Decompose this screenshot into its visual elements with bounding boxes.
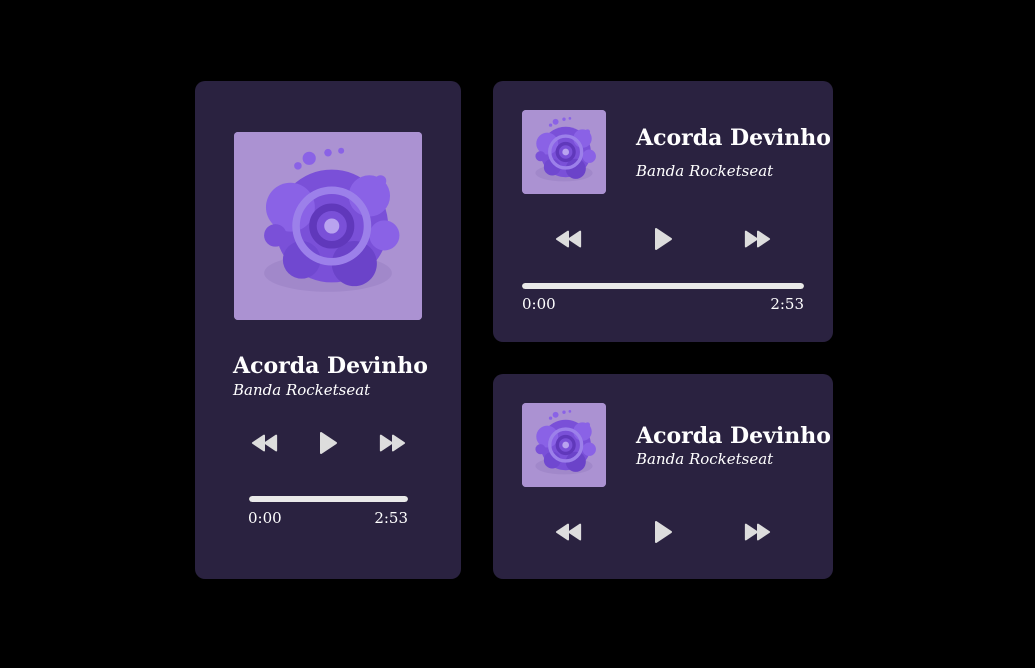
fast-forward-button[interactable] bbox=[740, 517, 774, 547]
progress-bar[interactable] bbox=[522, 283, 804, 289]
player-card-small: Acorda Devinho Banda Rocketseat bbox=[493, 374, 833, 579]
rewind-button[interactable] bbox=[552, 224, 586, 254]
album-art bbox=[234, 132, 422, 320]
track-artist: Banda Rocketseat bbox=[636, 162, 774, 180]
time-total: 2:53 bbox=[374, 509, 408, 527]
track-artist: Banda Rocketseat bbox=[233, 381, 371, 399]
play-button[interactable] bbox=[646, 517, 680, 547]
player-card-large: Acorda Devinho Banda Rocketseat 0:00 2:5… bbox=[195, 81, 461, 579]
play-button[interactable] bbox=[311, 428, 345, 458]
fast-forward-icon bbox=[743, 229, 771, 249]
track-artist: Banda Rocketseat bbox=[636, 450, 774, 468]
play-button[interactable] bbox=[646, 224, 680, 254]
rewind-button[interactable] bbox=[552, 517, 586, 547]
time-elapsed: 0:00 bbox=[248, 509, 282, 527]
rewind-icon bbox=[555, 229, 583, 249]
play-icon bbox=[653, 520, 673, 544]
play-icon bbox=[318, 431, 338, 455]
fast-forward-icon bbox=[743, 522, 771, 542]
fast-forward-button[interactable] bbox=[740, 224, 774, 254]
fast-forward-icon bbox=[378, 433, 406, 453]
progress-fill bbox=[249, 496, 408, 502]
fast-forward-button[interactable] bbox=[375, 428, 409, 458]
time-total: 2:53 bbox=[770, 295, 804, 313]
play-icon bbox=[653, 227, 673, 251]
track-title: Acorda Devinho bbox=[233, 353, 428, 379]
album-art bbox=[522, 403, 606, 487]
album-art bbox=[522, 110, 606, 194]
rewind-button[interactable] bbox=[248, 428, 282, 458]
track-title: Acorda Devinho bbox=[636, 423, 831, 449]
time-elapsed: 0:00 bbox=[522, 295, 556, 313]
rewind-icon bbox=[251, 433, 279, 453]
progress-fill bbox=[522, 283, 804, 289]
rewind-icon bbox=[555, 522, 583, 542]
progress-bar[interactable] bbox=[249, 496, 408, 502]
track-title: Acorda Devinho bbox=[636, 125, 831, 151]
player-card-medium: Acorda Devinho Banda Rocketseat 0:00 2:5… bbox=[493, 81, 833, 342]
